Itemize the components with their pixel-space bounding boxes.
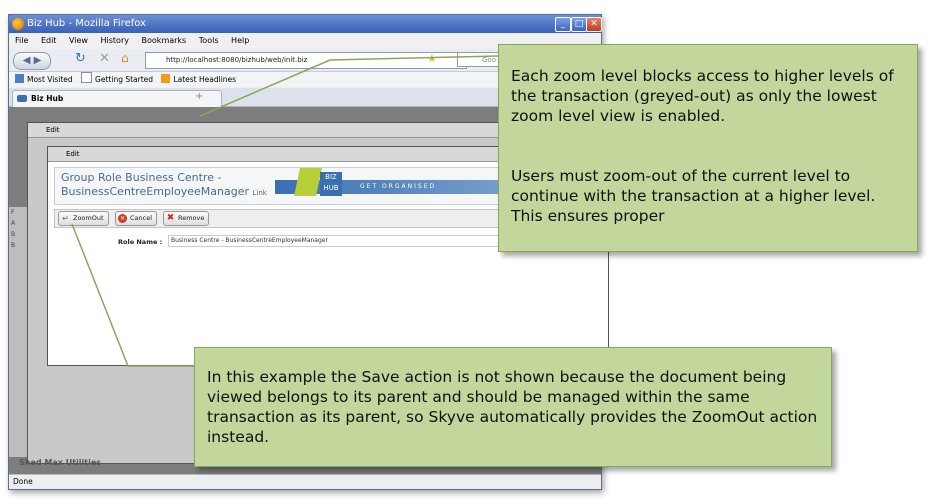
zoom-levels-callout: Each zoom level blocks access to higher …	[498, 44, 918, 252]
pointer-line-bottom	[71, 223, 194, 367]
pointer-line-top	[199, 55, 499, 117]
save-action-callout: In this example the Save action is not s…	[194, 347, 832, 467]
save-action-text: In this example the Save action is not s…	[207, 368, 818, 446]
zoom-levels-text: Each zoom level blocks access to higher …	[511, 67, 894, 125]
zoom-out-text: Users must zoom-out of the current level…	[511, 167, 876, 225]
